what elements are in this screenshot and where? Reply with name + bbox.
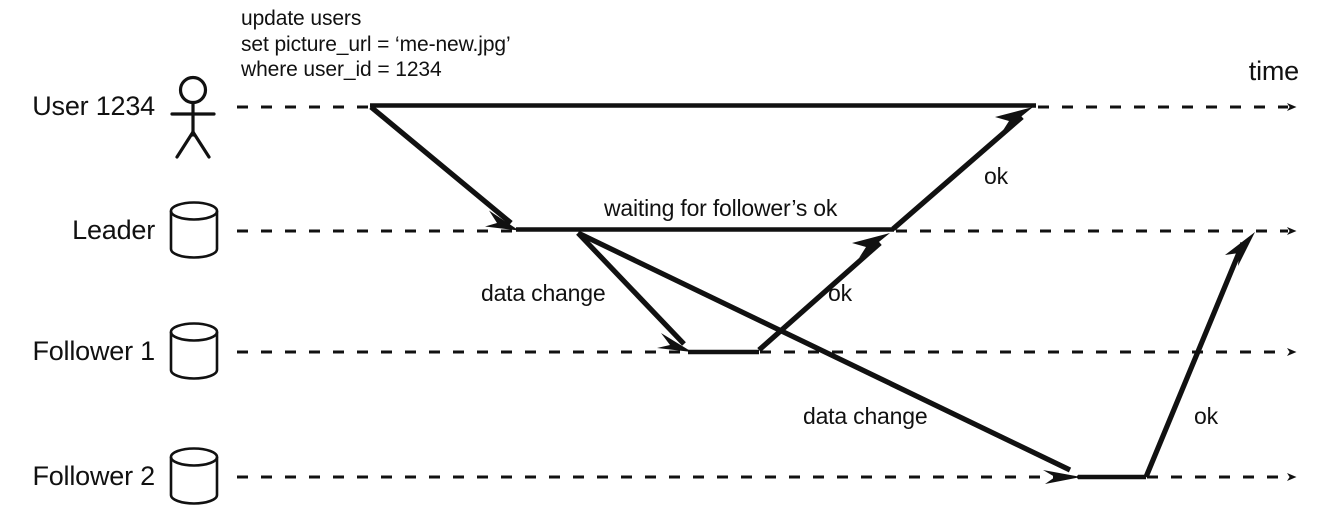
message-arrow-update-request <box>369 104 519 231</box>
lifeline-leader <box>237 226 1297 235</box>
message-arrow-ok-follower2 <box>1143 232 1255 478</box>
sql-line-set: set picture_url = ‘me-new.jpg’ <box>241 32 511 56</box>
message-label-ok-follower1: ok <box>828 280 852 306</box>
diagram-vector-layer <box>169 75 1297 505</box>
database-cylinder-icon <box>169 447 219 505</box>
message-label-ok-follower2: ok <box>1194 403 1218 429</box>
message-arrow-data-change-2 <box>576 230 1081 484</box>
message-label-data-change-2: data change <box>803 403 928 429</box>
lane-label-user: User 1234 <box>32 91 155 121</box>
lane-label-follower1: Follower 1 <box>32 336 155 366</box>
sql-line-update: update users <box>241 7 362 30</box>
sql-statement-annotation: update users set picture_url = ‘me-new.j… <box>241 6 511 83</box>
sql-line-where: where user_id = 1234 <box>241 58 442 81</box>
message-label-waiting: waiting for follower’s ok <box>604 195 838 221</box>
database-cylinder-icon <box>169 201 219 259</box>
actor-stick-figure-icon <box>170 75 216 159</box>
message-arrow-ok-to-user <box>891 107 1033 231</box>
time-axis-label: time <box>1248 56 1299 86</box>
lane-label-leader: Leader <box>72 215 155 245</box>
database-cylinder-icon <box>169 322 219 380</box>
lifeline-user <box>237 102 1297 111</box>
message-label-ok-user: ok <box>984 163 1008 189</box>
sequence-diagram-canvas: User 1234 Leader Follower 1 Follower 2 u… <box>0 0 1329 519</box>
lane-label-follower2: Follower 2 <box>32 461 155 491</box>
message-label-data-change-1: data change <box>481 280 606 306</box>
message-arrow-ok-follower1 <box>757 233 890 352</box>
